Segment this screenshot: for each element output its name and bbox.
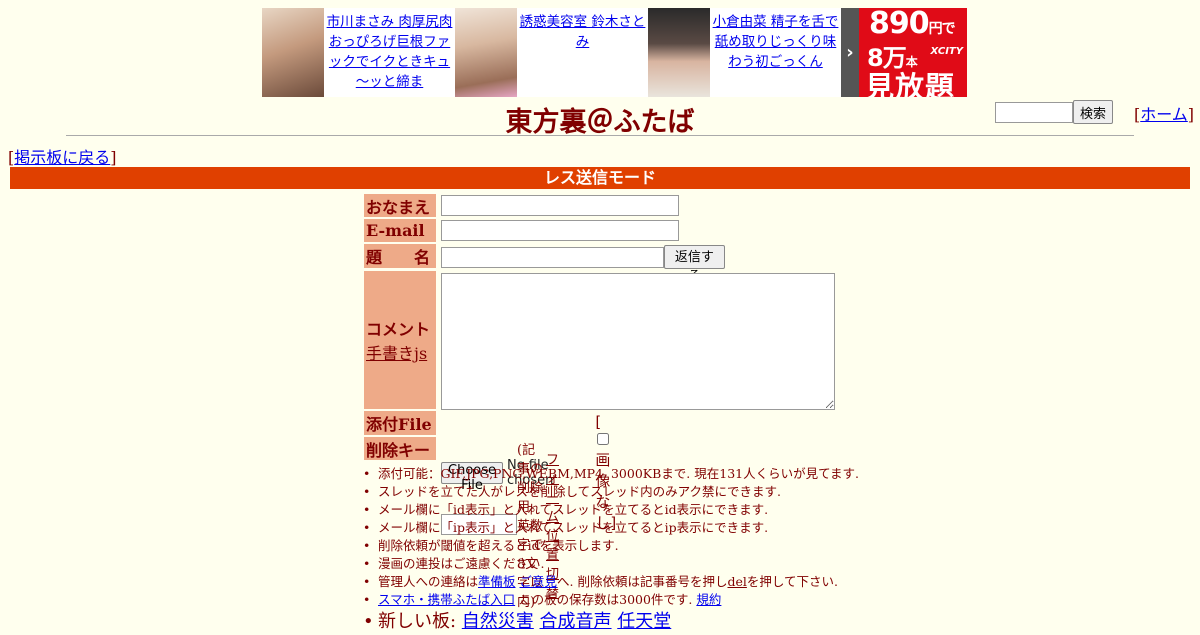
email-label: E-mail: [364, 219, 436, 242]
chevron-right-icon[interactable]: ›: [841, 8, 859, 97]
noimage-checkbox[interactable]: [597, 433, 610, 445]
board-link-disaster[interactable]: 自然災害: [462, 611, 534, 632]
banner-price-unit: 円で: [928, 21, 956, 37]
list-item: 新しい板: 自然災害 合成音声 任天堂: [363, 609, 859, 635]
back-nav: [掲示板に戻る]: [8, 144, 117, 168]
bracket: [: [595, 413, 602, 431]
ad-link[interactable]: 小倉由菜 精子を舌で舐め取りじっくり味わう初ごっくん: [713, 14, 839, 70]
list-item: 漫画の連投はご遠慮ください.: [363, 555, 859, 573]
ad-thumbnail[interactable]: [648, 8, 710, 97]
board-link-nintendo[interactable]: 任天堂: [617, 611, 671, 632]
file-label: 添付File: [364, 411, 436, 435]
reply-mode-bar: レス送信モード: [10, 167, 1190, 189]
comment-textarea[interactable]: [441, 273, 835, 410]
bracket: ]: [110, 148, 117, 167]
name-field[interactable]: [441, 195, 679, 216]
contact-text: 管理人への連絡は: [378, 574, 479, 589]
bracket: ]: [1187, 105, 1195, 124]
ad-item[interactable]: 小倉由菜 精子を舌で舐め取りじっくり味わう初ごっくん: [648, 8, 841, 97]
name-row: おなまえ: [364, 194, 436, 217]
new-boards-label: 新しい板:: [378, 611, 462, 632]
mobile-entry-link[interactable]: スマホ・携帯ふたば入口: [378, 592, 515, 607]
del-link[interactable]: del: [727, 574, 746, 589]
list-item: スレッドを立てた人がレスを削除してスレッド内のみアク禁にできます.: [363, 483, 859, 501]
home-nav: [ホーム]: [1134, 101, 1194, 125]
list-item: スマホ・携帯ふたば入口 この板の保存数は3000件です. 規約: [363, 591, 859, 609]
file-row: 添付File: [364, 411, 436, 435]
back-to-board-link[interactable]: 掲示板に戻る: [14, 148, 110, 167]
ad-thumbnail[interactable]: [262, 8, 324, 97]
search-input[interactable]: [995, 101, 1073, 123]
ad-strip: 市川まさみ 肉厚尻肉おっぴろげ巨根ファックでイクときキュ～ッと締ま 誘惑美容室 …: [262, 8, 967, 98]
feedback-link[interactable]: ご意見: [520, 574, 558, 589]
list-item: 管理人への連絡は準備板 ご意見へ. 削除依頼は記事番号を押しdelを押して下さい…: [363, 573, 859, 591]
name-label: おなまえ: [364, 194, 436, 217]
search-form: 検索: [995, 100, 1114, 124]
ad-thumbnail[interactable]: [455, 8, 517, 97]
handwrite-link[interactable]: 手書きjs: [366, 340, 427, 364]
email-row: E-mail: [364, 219, 436, 242]
list-item: メール欄に「id表示」と入れてスレッドを立てるとid表示にできます.: [363, 501, 859, 519]
comment-label: コメント: [366, 320, 431, 339]
email-field[interactable]: [441, 220, 679, 241]
ad-item[interactable]: 誘惑美容室 鈴木さとみ: [455, 8, 648, 97]
delkey-row: 削除キー: [364, 437, 436, 460]
retention-text: この板の保存数は3000件です.: [515, 592, 697, 607]
banner-brand: XCITY: [930, 46, 963, 57]
banner-tagline: 見放題: [865, 70, 956, 97]
subject-label: 題 名: [364, 244, 436, 268]
list-item: 削除依頼が閾値を超えるとidを表示します.: [363, 537, 859, 555]
ad-link[interactable]: 誘惑美容室 鈴木さとみ: [520, 14, 646, 50]
notes-list: 添付可能：GIF,JPG,PNG,WEBM,MP4. 3000KBまで. 現在1…: [363, 465, 859, 635]
terms-link[interactable]: 規約: [696, 592, 721, 607]
delkey-label: 削除キー: [364, 437, 436, 460]
ad-banner[interactable]: 890円で 8万本 XCITY 見放題: [859, 8, 967, 97]
banner-price: 890: [869, 8, 930, 41]
prep-board-link[interactable]: 準備板: [478, 574, 516, 589]
search-button[interactable]: 検索: [1073, 100, 1114, 124]
board-link-voice[interactable]: 合成音声: [540, 611, 612, 632]
ad-link[interactable]: 市川まさみ 肉厚尻肉おっぴろげ巨根ファックでイクときキュ～ッと締ま: [327, 14, 453, 90]
ad-item[interactable]: 市川まさみ 肉厚尻肉おっぴろげ巨根ファックでイクときキュ～ッと締ま: [262, 8, 455, 97]
subject-row: 題 名: [364, 244, 436, 268]
divider: [66, 135, 1134, 136]
subject-field[interactable]: [441, 246, 664, 268]
list-item: メール欄に「ip表示」と入れてスレッドを立てるとip表示にできます.: [363, 519, 859, 537]
contact-text: へ. 削除依頼は記事番号を押し: [557, 574, 728, 589]
comment-row: コメント 手書きjs: [364, 271, 436, 409]
submit-reply-button[interactable]: 返信する: [663, 245, 726, 284]
home-link[interactable]: ホーム: [1140, 105, 1188, 124]
contact-text: を押して下さい.: [746, 574, 838, 589]
list-item: 添付可能：GIF,JPG,PNG,WEBM,MP4. 3000KBまで. 現在1…: [363, 465, 859, 483]
